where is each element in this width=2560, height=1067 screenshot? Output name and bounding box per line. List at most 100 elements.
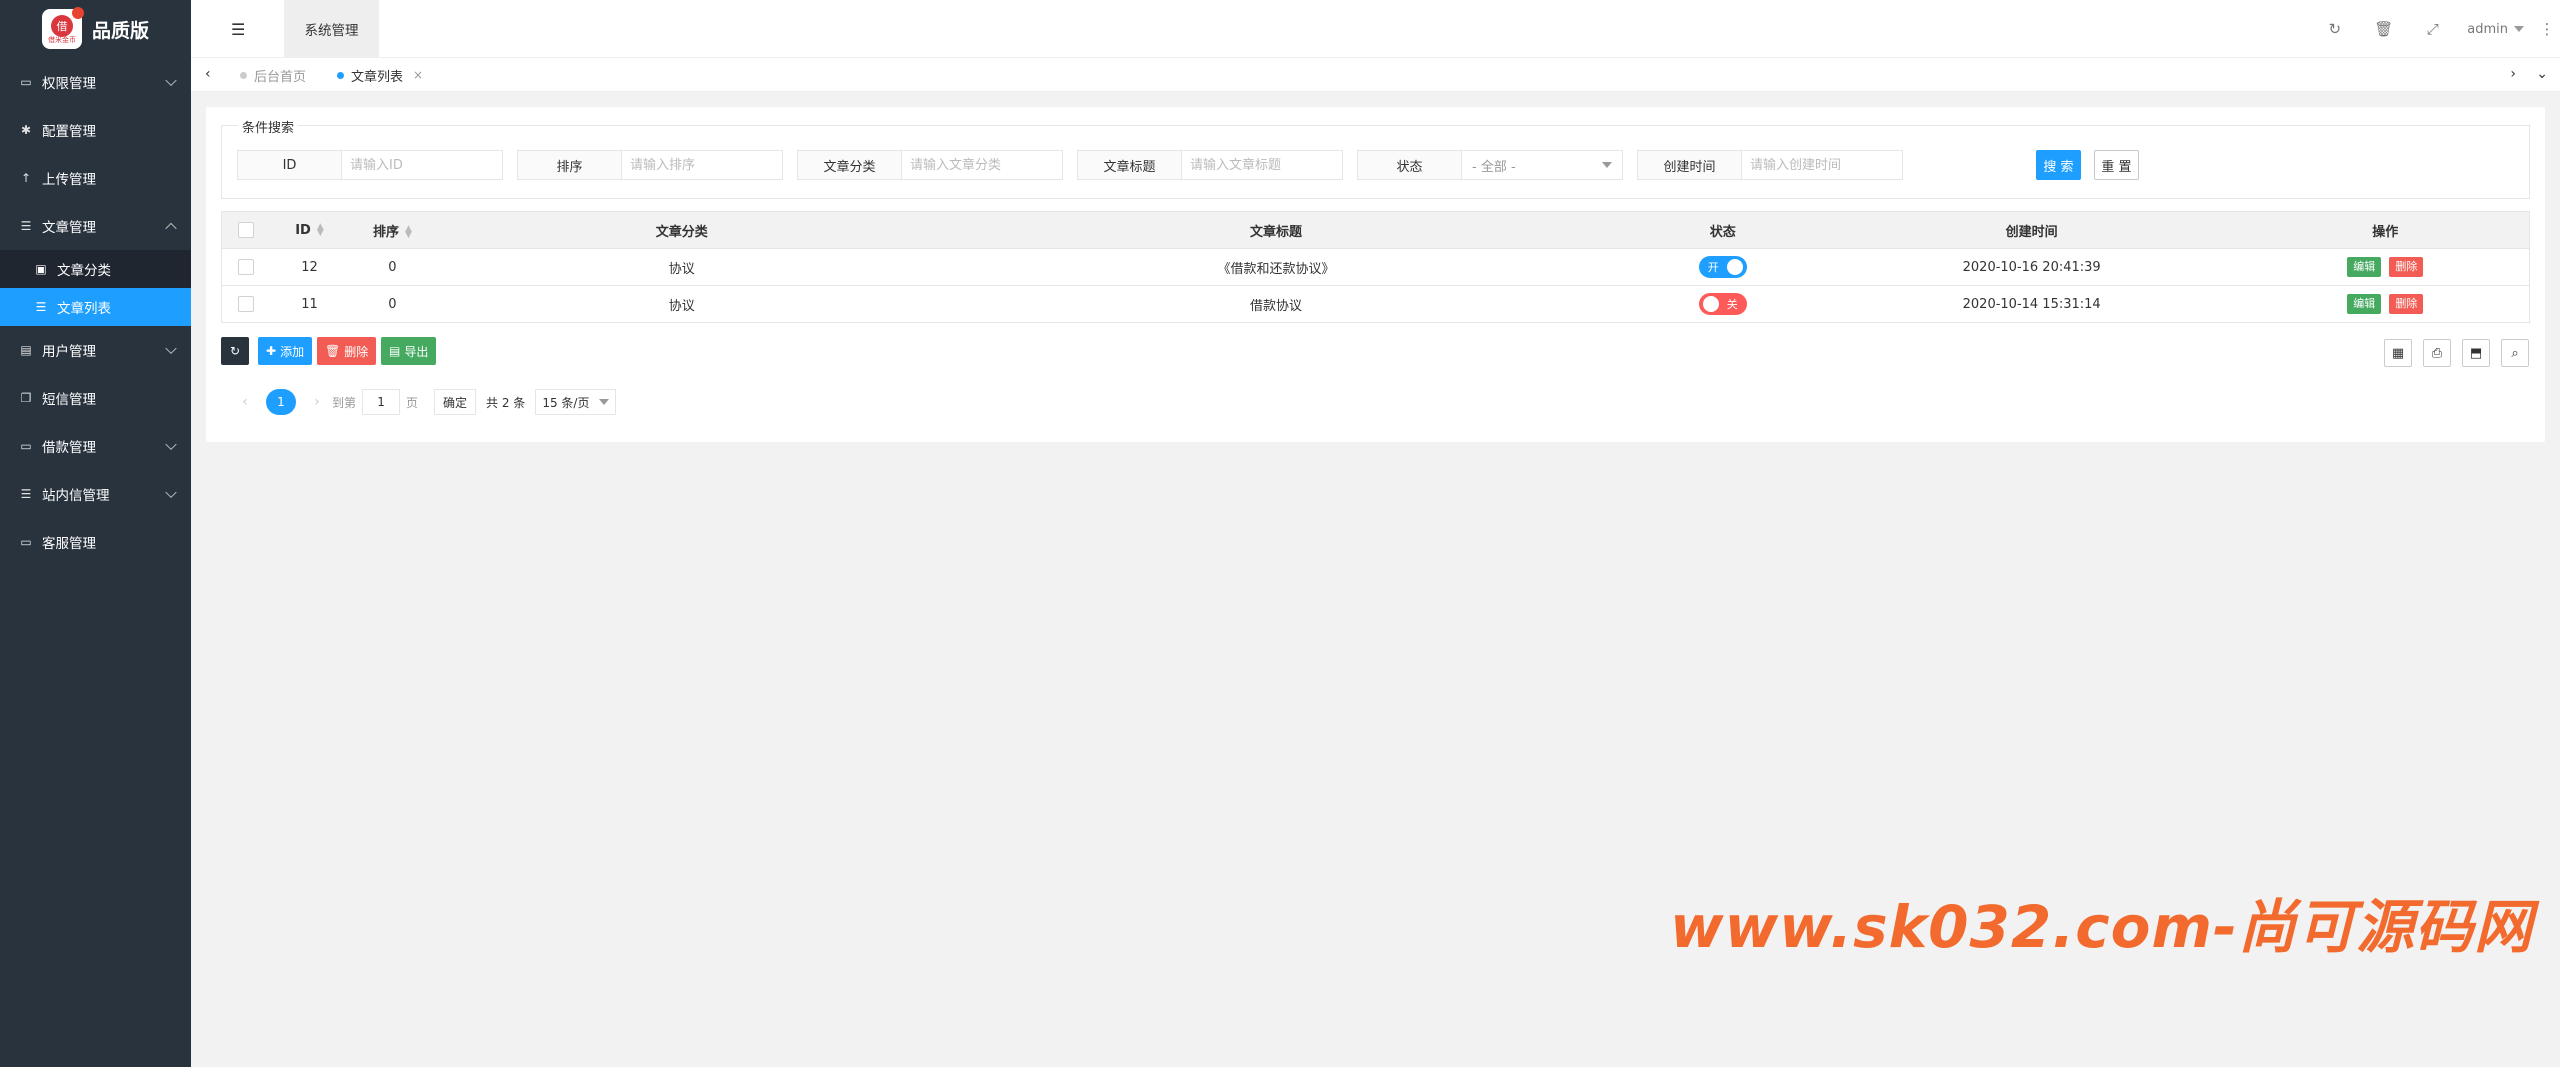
export-button[interactable]: ▤ 导出 — [381, 337, 437, 365]
sidebar-item-label: 站内信管理 — [42, 488, 110, 504]
search-status-select[interactable]: - 全部 - — [1462, 151, 1622, 179]
sidebar-item-support[interactable]: ▭ 客服管理 — [0, 518, 191, 566]
total-count: 共 2 条 — [486, 395, 526, 410]
logo-small-text: 借米金币 — [47, 36, 76, 44]
monitor-icon: ▭ — [20, 535, 32, 549]
calendar-icon: ▣ — [35, 262, 47, 276]
user-menu[interactable]: admin — [2457, 22, 2534, 37]
sidebar-subitem-article-category[interactable]: ▣ 文章分类 — [0, 250, 191, 288]
search-title-input[interactable] — [1182, 151, 1342, 179]
columns-toggle-button[interactable]: ▦ — [2384, 339, 2412, 367]
top-tab-system[interactable]: 系统管理 — [284, 0, 379, 58]
row-checkbox[interactable] — [237, 259, 254, 275]
cell-actions: 编辑 删除 — [2241, 285, 2530, 323]
refresh-icon[interactable]: ↻ — [2310, 20, 2359, 38]
select-all-cell — [221, 211, 270, 249]
page-size-value: 15 条/页 — [542, 395, 590, 410]
sidebar-subitem-article-list[interactable]: ☰ 文章列表 — [0, 288, 191, 326]
batch-delete-button[interactable]: 🗑 删除 — [317, 337, 377, 365]
search-sort-input[interactable] — [622, 151, 782, 179]
edit-button[interactable]: 编辑 — [2347, 257, 2382, 277]
gear-icon: ✱ — [20, 123, 32, 137]
upload-icon: ↑ — [20, 171, 32, 185]
select-all-checkbox[interactable] — [237, 222, 254, 238]
more-vertical-icon[interactable]: ⋮ — [2534, 20, 2560, 38]
menu-toggle-icon[interactable]: ☰ — [231, 20, 245, 39]
search-created-input[interactable] — [1742, 151, 1902, 179]
status-toggle[interactable]: 开 — [1698, 256, 1747, 278]
sidebar-item-sms[interactable]: ❐ 短信管理 — [0, 374, 191, 422]
columns-icon: ▦ — [2391, 345, 2405, 361]
sidebar-item-messages[interactable]: ☰ 站内信管理 — [0, 470, 191, 518]
search-group-created: 创建时间 — [1637, 150, 1903, 180]
tab-home[interactable]: 后台首页 — [240, 58, 306, 92]
sort-icon: ▲ ▼ — [404, 224, 412, 240]
delete-label: 删除 — [344, 344, 369, 359]
add-button[interactable]: ✚ 添加 — [258, 337, 313, 365]
table-row: 11 0 协议 借款协议 关 2020-10-14 15:31:14 编辑 删除 — [221, 285, 2530, 323]
tab-label: 后台首页 — [254, 69, 307, 85]
tabs-bar: ‹ 后台首页 文章列表 × › ⌄ — [191, 58, 2560, 92]
list-icon: ☰ — [20, 219, 32, 233]
tab-article-list[interactable]: 文章列表 × — [337, 58, 423, 92]
header-id[interactable]: ID ▲ ▼ — [269, 211, 350, 249]
chevron-right-icon[interactable]: › — [2510, 66, 2516, 82]
prev-page-icon[interactable]: ‹ — [236, 394, 254, 410]
cell-title: 《借款和还款协议》 — [928, 248, 1624, 286]
search-category-input[interactable] — [902, 151, 1062, 179]
logo[interactable]: 借 借米金币 品质版 — [0, 0, 191, 58]
fullscreen-icon[interactable]: ⤢ — [2408, 20, 2457, 38]
chevron-up-icon — [165, 222, 177, 235]
toggle-text: 开 — [1707, 261, 1719, 274]
sidebar-item-label: 借款管理 — [42, 440, 96, 456]
sidebar-item-label: 上传管理 — [42, 172, 96, 188]
header-title: 文章标题 — [928, 211, 1624, 249]
page-size-select[interactable]: 15 条/页 — [535, 389, 617, 415]
chevron-left-icon[interactable]: ‹ — [205, 66, 211, 82]
search-fieldset: 条件搜索 ID 排序 文章分类 文章标题 状态 - 全部 - 创建时间 — [221, 117, 2530, 199]
field-label: 文章标题 — [1078, 151, 1182, 179]
delete-button[interactable]: 删除 — [2389, 294, 2424, 314]
row-checkbox[interactable] — [237, 296, 254, 312]
field-label: 创建时间 — [1638, 151, 1742, 179]
next-page-icon[interactable]: › — [308, 394, 326, 410]
header: ☰ 系统管理 ↻ 🗑 ⤢ admin ⋮ — [191, 0, 2560, 58]
chevron-down-icon — [165, 342, 177, 355]
cell-title: 借款协议 — [928, 285, 1624, 323]
print-button[interactable]: ⎙ — [2423, 339, 2451, 367]
reset-button[interactable]: 重 置 — [2094, 150, 2139, 180]
sidebar-item-label: 文章管理 — [42, 220, 96, 236]
chevron-down-icon — [165, 438, 177, 451]
search-id-input[interactable] — [342, 151, 502, 179]
chevron-down-icon[interactable]: ⌄ — [2536, 66, 2548, 82]
sidebar-item-users[interactable]: ▤ 用户管理 — [0, 326, 191, 374]
header-sort[interactable]: 排序 ▲ ▼ — [349, 211, 436, 249]
goto-confirm-button[interactable]: 确定 — [434, 389, 477, 415]
caret-down-icon — [599, 399, 610, 405]
status-toggle[interactable]: 关 — [1698, 293, 1747, 315]
search-group-title: 文章标题 — [1077, 150, 1343, 180]
file-export-icon: ▤ — [389, 344, 401, 358]
export-tool-button[interactable]: ⬒ — [2462, 339, 2490, 367]
sidebar-item-articles[interactable]: ☰ 文章管理 — [0, 202, 191, 250]
sidebar-item-permissions[interactable]: ▭ 权限管理 — [0, 58, 191, 106]
sidebar-item-upload[interactable]: ↑ 上传管理 — [0, 154, 191, 202]
plus-icon: ✚ — [266, 344, 277, 358]
user-name: admin — [2467, 21, 2508, 37]
delete-button[interactable]: 删除 — [2389, 257, 2424, 277]
cell-created: 2020-10-16 20:41:39 — [1821, 248, 2242, 286]
sidebar-item-loans[interactable]: ▭ 借款管理 — [0, 422, 191, 470]
sidebar-item-config[interactable]: ✱ 配置管理 — [0, 106, 191, 154]
edit-button[interactable]: 编辑 — [2347, 294, 2382, 314]
print-icon: ⎙ — [2431, 345, 2443, 361]
refresh-button[interactable]: ↻ — [221, 337, 249, 365]
page-input[interactable] — [362, 389, 401, 415]
field-label: ID — [238, 151, 342, 179]
trash-icon[interactable]: 🗑 — [2359, 20, 2408, 38]
current-page[interactable]: 1 — [266, 389, 296, 415]
search-button[interactable]: 搜 索 — [2036, 150, 2081, 180]
close-icon[interactable]: × — [413, 68, 423, 82]
header-actions: ↻ 🗑 ⤢ admin ⋮ — [2310, 0, 2560, 58]
select-value: - 全部 - — [1472, 159, 1516, 175]
search-toggle-button[interactable]: ⌕ — [2501, 339, 2529, 367]
